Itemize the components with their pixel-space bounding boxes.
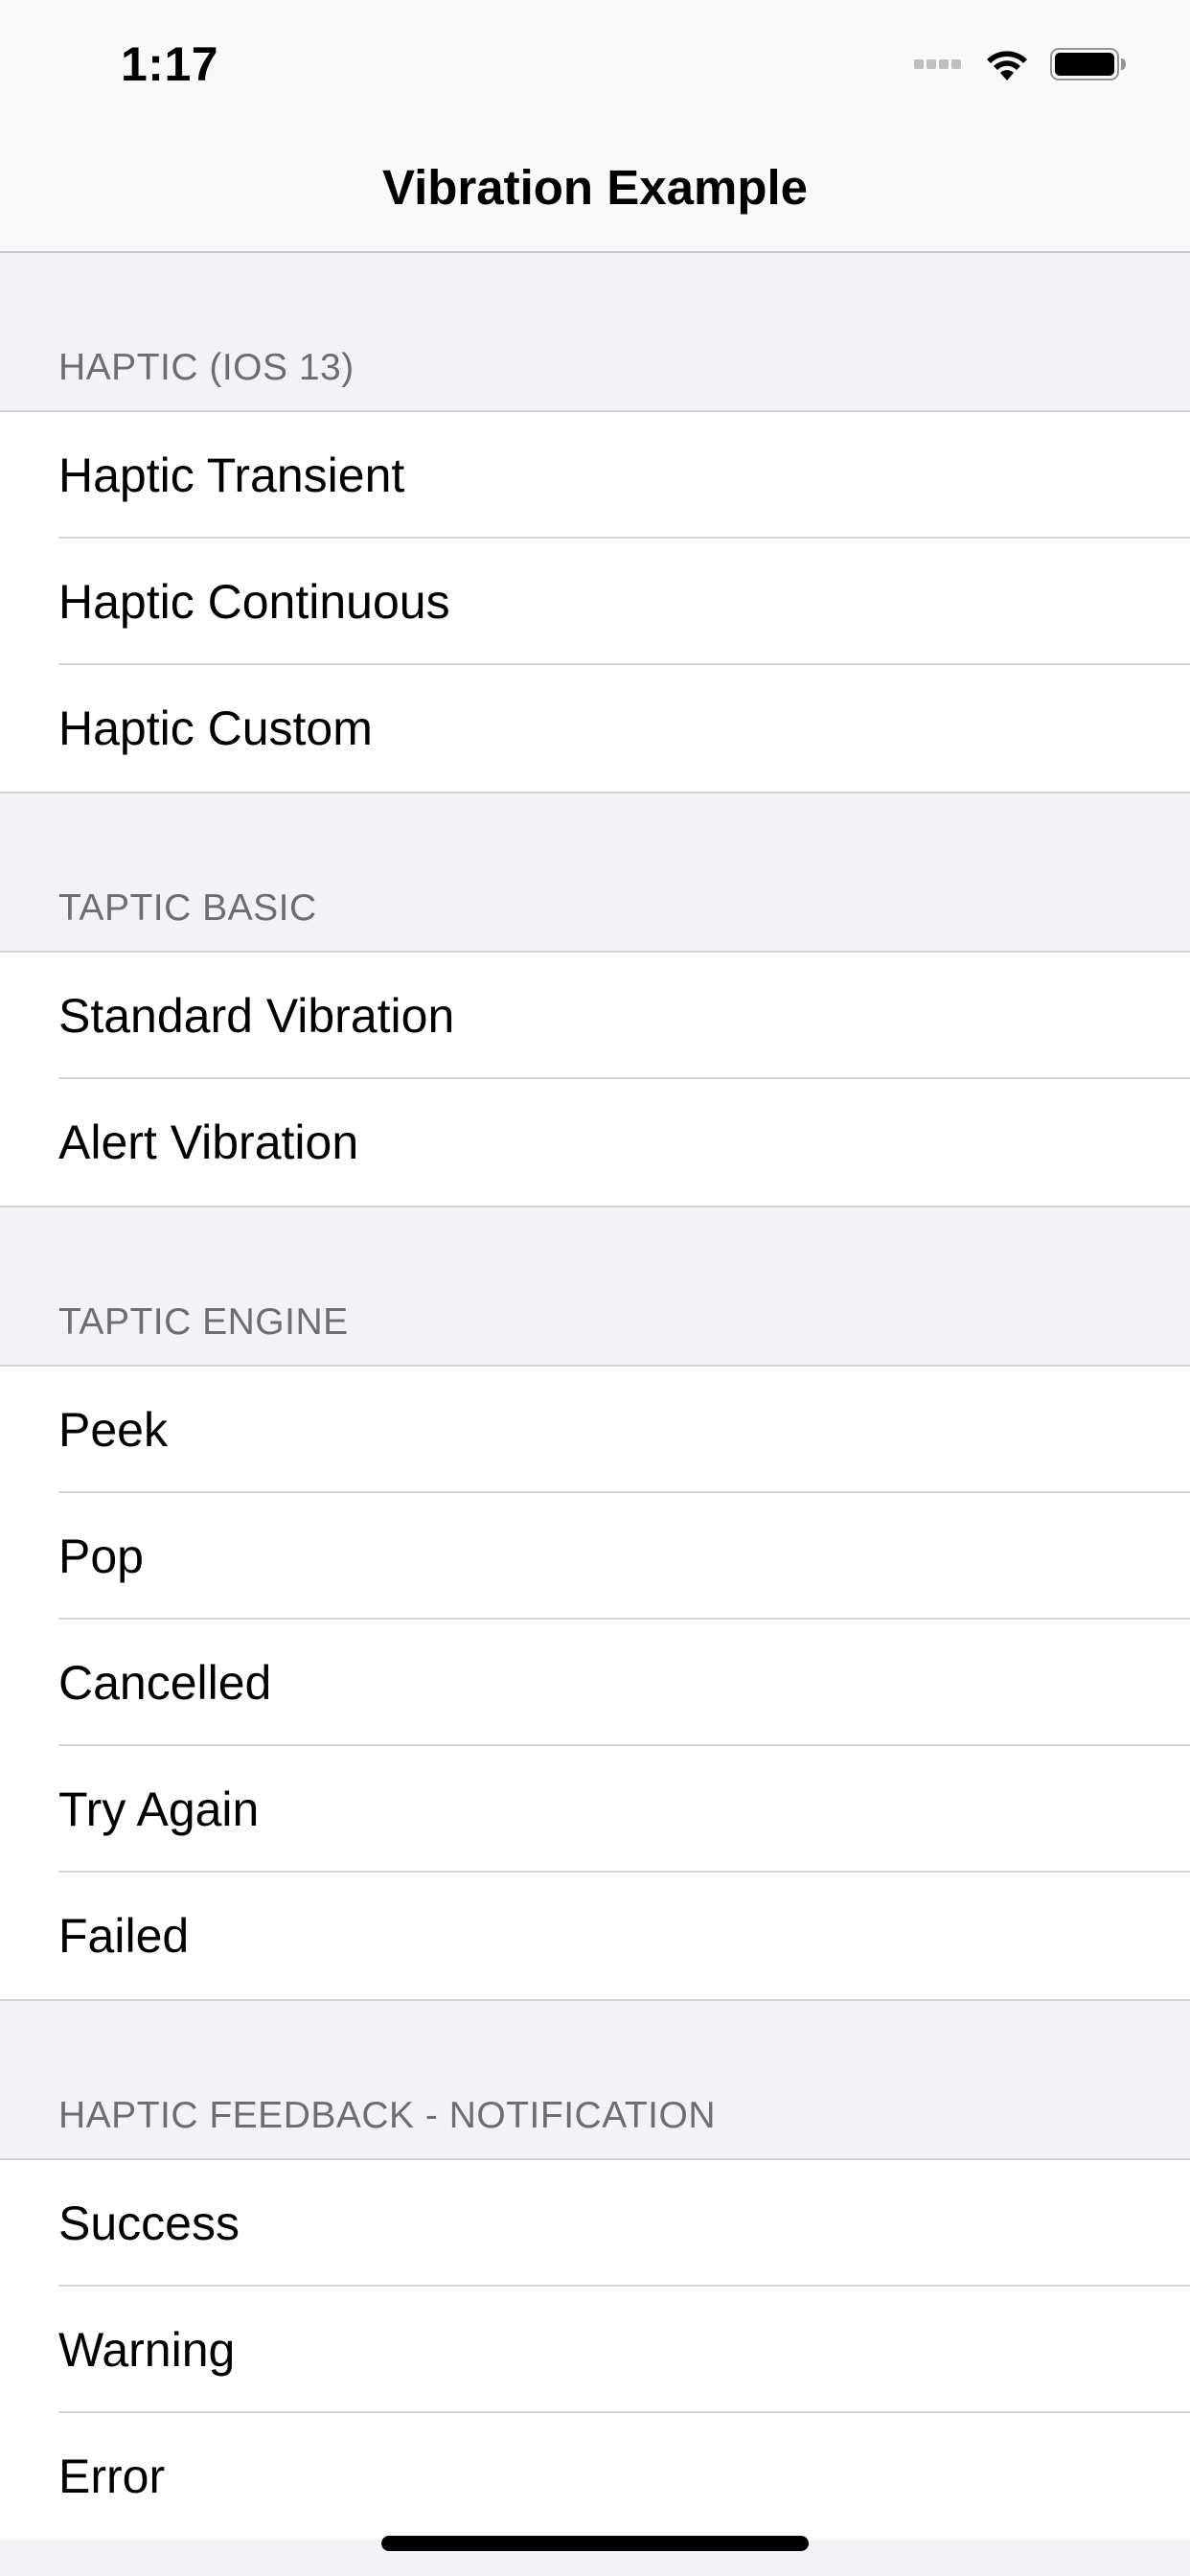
- list-item-label: Failed: [58, 1909, 190, 1963]
- list-item-alert-vibration[interactable]: Alert Vibration: [0, 1079, 1190, 1206]
- list-item-warning[interactable]: Warning: [0, 2287, 1190, 2413]
- list-item-label: Alert Vibration: [58, 1116, 359, 1169]
- wifi-icon: [987, 51, 1027, 80]
- list-item-haptic-custom[interactable]: Haptic Custom: [0, 665, 1190, 792]
- list-item-failed[interactable]: Failed: [0, 1873, 1190, 1999]
- section-header-taptic-engine: TAPTIC ENGINE: [0, 1206, 1190, 1367]
- list-item-error[interactable]: Error: [0, 2413, 1190, 2540]
- list-item-success[interactable]: Success: [0, 2160, 1190, 2287]
- list-item-peek[interactable]: Peek: [0, 1367, 1190, 1493]
- list-item-label: Standard Vibration: [58, 989, 455, 1043]
- list-item-label: Warning: [58, 2323, 236, 2377]
- home-indicator[interactable]: [381, 2536, 809, 2551]
- navigation-bar: Vibration Example: [0, 126, 1190, 253]
- list-item-label: Cancelled: [58, 1656, 272, 1710]
- list-item-label: Haptic Transient: [58, 448, 405, 502]
- section-header-label: HAPTIC FEEDBACK - NOTIFICATION: [58, 2095, 716, 2136]
- section-header-label: TAPTIC ENGINE: [58, 1301, 349, 1343]
- list-item-label: Haptic Custom: [58, 702, 373, 755]
- list-item-label: Pop: [58, 1530, 144, 1583]
- list-item-cancelled[interactable]: Cancelled: [0, 1620, 1190, 1746]
- battery-icon: [1050, 48, 1126, 80]
- table-view[interactable]: HAPTIC (IOS 13) Haptic Transient Haptic …: [0, 253, 1190, 2540]
- section-header-haptic-ios13: HAPTIC (IOS 13): [0, 253, 1190, 412]
- cellular-signal-icon: [914, 59, 964, 69]
- list-item-label: Error: [58, 2450, 166, 2503]
- section-header-haptic-feedback-notification: HAPTIC FEEDBACK - NOTIFICATION: [0, 1999, 1190, 2160]
- list-item-haptic-transient[interactable]: Haptic Transient: [0, 412, 1190, 539]
- status-icons: [914, 42, 1127, 86]
- status-bar: 1:17: [0, 0, 1190, 126]
- section-header-label: TAPTIC BASIC: [58, 887, 317, 929]
- list-item-label: Haptic Continuous: [58, 575, 450, 629]
- status-time: 1:17: [121, 37, 219, 91]
- list-item-label: Try Again: [58, 1782, 260, 1836]
- list-item-label: Success: [58, 2196, 240, 2250]
- section-header-label: HAPTIC (IOS 13): [58, 347, 355, 388]
- page-title: Vibration Example: [381, 160, 809, 215]
- list-item-try-again[interactable]: Try Again: [0, 1746, 1190, 1873]
- list-item-pop[interactable]: Pop: [0, 1493, 1190, 1620]
- list-item-haptic-continuous[interactable]: Haptic Continuous: [0, 539, 1190, 665]
- section-header-taptic-basic: TAPTIC BASIC: [0, 792, 1190, 953]
- list-item-label: Peek: [58, 1403, 168, 1457]
- list-item-standard-vibration[interactable]: Standard Vibration: [0, 953, 1190, 1079]
